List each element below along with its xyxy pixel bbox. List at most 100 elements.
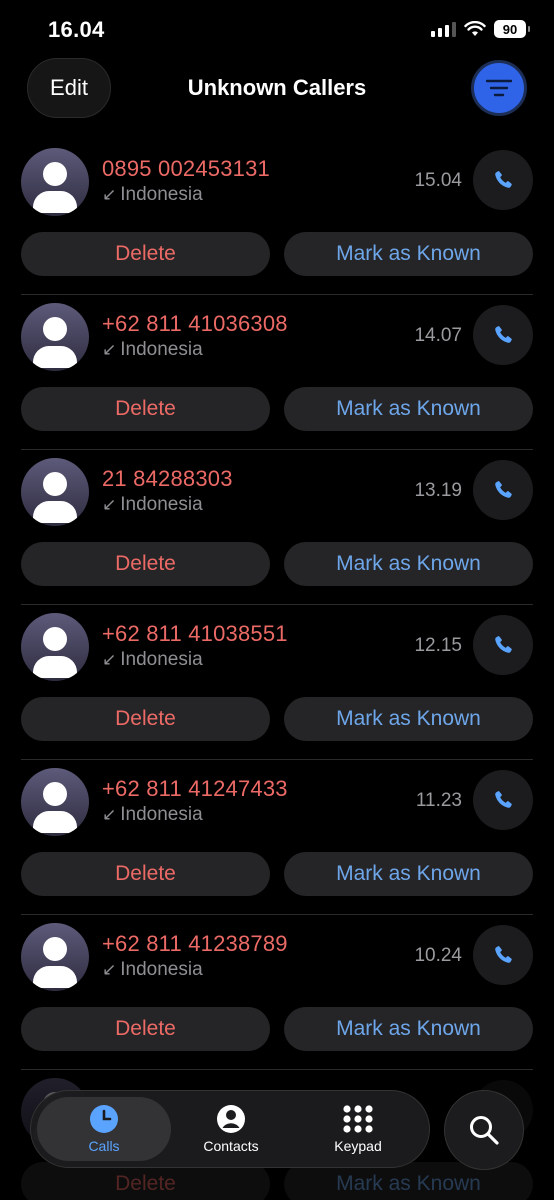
header: Edit Unknown Callers [0,58,554,120]
call-back-button[interactable] [473,460,533,520]
incoming-arrow-icon: ↙ [102,650,117,669]
delete-button[interactable]: Delete [21,697,270,741]
caller-origin: ↙ Indonesia [102,184,203,206]
caller-origin: ↙ Indonesia [102,804,203,826]
filter-button[interactable] [471,60,527,116]
origin-label: Indonesia [120,959,203,980]
phone-icon [495,636,512,653]
avatar [21,613,89,681]
row-actions: Delete Mark as Known [21,1007,533,1051]
phone-icon [495,946,512,963]
origin-label: Indonesia [120,184,203,205]
call-time: 11.23 [415,790,462,811]
tab-keypad-label: Keypad [334,1138,382,1154]
row-actions: Delete Mark as Known [21,697,533,741]
tab-calls-label: Calls [88,1138,120,1154]
mark-as-known-button[interactable]: Mark as Known [284,852,533,896]
avatar [21,303,89,371]
clock-icon [90,1105,118,1133]
row-actions: Delete Mark as Known [21,542,533,586]
avatar [21,768,89,836]
tab-bar: Calls Contacts Keypad [30,1090,430,1168]
call-time: 13.19 [414,480,462,501]
phone-icon [495,326,512,343]
unknown-callers-list: 0895 002453131 ↙ Indonesia 15.04 Delete Mark … [0,140,554,1200]
tab-contacts[interactable]: Contacts [171,1097,291,1161]
call-row[interactable]: +62 811 41036308 ↙ Indonesia 14.07 Delete Mar… [0,295,554,450]
keypad-grid-icon [343,1105,373,1133]
call-back-button[interactable] [473,615,533,675]
tab-calls[interactable]: Calls [37,1097,171,1161]
delete-button[interactable]: Delete [21,852,270,896]
call-back-button[interactable] [473,305,533,365]
incoming-arrow-icon: ↙ [102,960,117,979]
call-row-main[interactable]: 21 84288303 ↙ Indonesia 13.19 [0,458,554,528]
phone-icon [495,791,512,808]
incoming-arrow-icon: ↙ [102,495,117,514]
call-row-main[interactable]: +62 811 41036308 ↙ Indonesia 14.07 [0,303,554,373]
origin-label: Indonesia [120,494,203,515]
delete-button[interactable]: Delete [21,542,270,586]
filter-lines-icon [486,79,512,97]
search-button[interactable] [444,1090,524,1170]
origin-label: Indonesia [120,804,203,825]
row-actions: Delete Mark as Known [21,852,533,896]
call-row-main[interactable]: +62 811 41247433 ↙ Indonesia 11.23 [0,768,554,838]
caller-origin: ↙ Indonesia [102,494,203,516]
row-actions: Delete Mark as Known [21,232,533,276]
delete-button[interactable]: Delete [21,232,270,276]
caller-number: +62 811 41038551 [102,621,288,646]
delete-button[interactable]: Delete [21,387,270,431]
call-row[interactable]: +62 811 41038551 ↙ Indonesia 12.15 Delete Mar… [0,605,554,760]
phone-icon [495,171,512,188]
mark-as-known-button[interactable]: Mark as Known [284,542,533,586]
mark-as-known-button[interactable]: Mark as Known [284,232,533,276]
search-icon [470,1116,499,1145]
caller-origin: ↙ Indonesia [102,649,203,671]
avatar [21,148,89,216]
call-back-button[interactable] [473,150,533,210]
phone-icon [495,481,512,498]
call-time: 15.04 [414,170,462,191]
battery-indicator: 90 [494,20,530,38]
incoming-arrow-icon: ↙ [102,185,117,204]
signal-icon [431,21,456,37]
caller-number: 0895 002453131 [102,156,270,181]
call-time: 10.24 [414,945,462,966]
origin-label: Indonesia [120,339,203,360]
incoming-arrow-icon: ↙ [102,340,117,359]
avatar [21,458,89,526]
call-time: 14.07 [414,325,462,346]
row-actions: Delete Mark as Known [21,387,533,431]
caller-number: +62 811 41247433 [102,776,288,801]
caller-number: +62 811 41036308 [102,311,288,336]
call-row-main[interactable]: +62 811 41038551 ↙ Indonesia 12.15 [0,613,554,683]
incoming-arrow-icon: ↙ [102,805,117,824]
tab-keypad[interactable]: Keypad [293,1097,423,1161]
mark-as-known-button[interactable]: Mark as Known [284,1007,533,1051]
call-row[interactable]: +62 811 41238789 ↙ Indonesia 10.24 Delete Mar… [0,915,554,1070]
caller-origin: ↙ Indonesia [102,959,203,981]
caller-number: +62 811 41238789 [102,931,288,956]
person-circle-icon [217,1105,245,1133]
call-row[interactable]: 21 84288303 ↙ Indonesia 13.19 Delete Mark as … [0,450,554,605]
call-row[interactable]: 0895 002453131 ↙ Indonesia 15.04 Delete Mark … [0,140,554,295]
status-time: 16.04 [48,17,105,42]
call-back-button[interactable] [473,925,533,985]
tab-contacts-label: Contacts [203,1138,259,1154]
status-indicators: 90 [431,20,530,38]
mark-as-known-button[interactable]: Mark as Known [284,697,533,741]
avatar [21,923,89,991]
call-back-button[interactable] [473,770,533,830]
call-row-main[interactable]: 0895 002453131 ↙ Indonesia 15.04 [0,148,554,218]
call-row[interactable]: +62 811 41247433 ↙ Indonesia 11.23 Delete Mar… [0,760,554,915]
wifi-icon [464,21,486,36]
caller-number: 21 84288303 [102,466,233,491]
origin-label: Indonesia [120,649,203,670]
call-row-main[interactable]: +62 811 41238789 ↙ Indonesia 10.24 [0,923,554,993]
delete-button[interactable]: Delete [21,1007,270,1051]
status-bar: 16.04 90 [0,0,554,60]
call-time: 12.15 [414,635,462,656]
mark-as-known-button[interactable]: Mark as Known [284,387,533,431]
caller-origin: ↙ Indonesia [102,339,203,361]
